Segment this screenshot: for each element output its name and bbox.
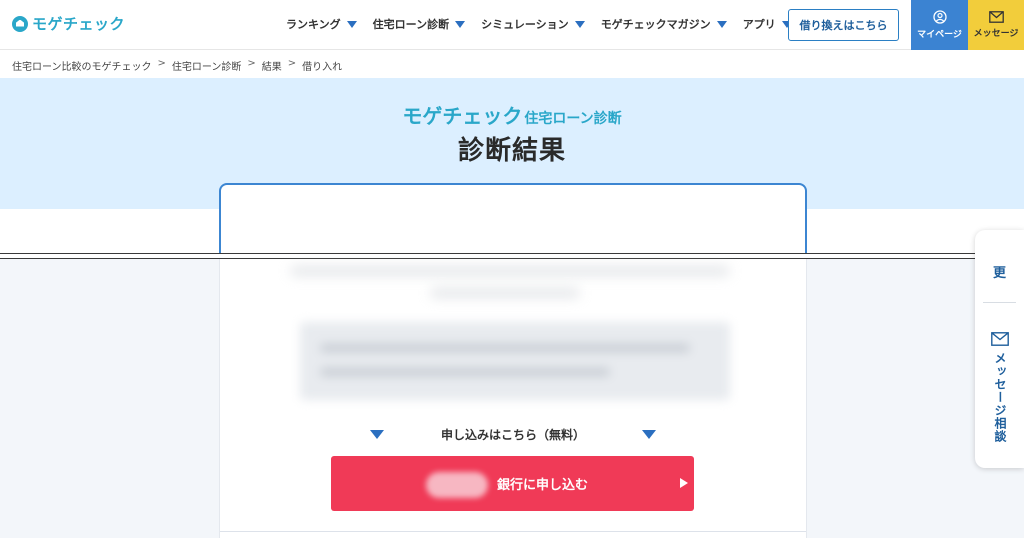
mypage-label: マイページ xyxy=(917,30,962,40)
card-divider xyxy=(220,531,806,532)
breadcrumb-item[interactable]: 住宅ローン診断 xyxy=(172,58,242,73)
blurred-text xyxy=(430,288,580,298)
apply-heading: 申し込みはこちら（無料） xyxy=(370,425,656,443)
message-consult-link[interactable]: メッセージ相談 xyxy=(991,352,1009,443)
logo-text: モゲチェック xyxy=(32,15,126,33)
caret-down-icon xyxy=(346,20,357,28)
chevron-right-icon: > xyxy=(287,58,297,69)
nav-item-ranking[interactable]: ランキング xyxy=(286,16,357,32)
result-card-top xyxy=(219,183,807,253)
side-panel-divider xyxy=(983,302,1016,303)
play-arrow-icon xyxy=(680,478,688,488)
hero-brand-name: モゲチェック xyxy=(402,104,523,128)
home-icon xyxy=(12,15,28,32)
side-panel-top-label[interactable]: 更 xyxy=(975,262,1024,281)
chevron-right-icon: > xyxy=(247,58,256,69)
breadcrumb-item[interactable]: 結果 xyxy=(262,58,282,73)
triangle-down-icon xyxy=(641,429,656,439)
breadcrumb-item-current: 借り入れ xyxy=(302,62,343,73)
caret-down-icon xyxy=(574,20,585,28)
nav-item-label: モゲチェックマガジン xyxy=(600,18,711,31)
nav-item-label: 住宅ローン診断 xyxy=(372,18,450,31)
nav-item-label: ランキング xyxy=(286,18,341,31)
nav-item-label: アプリ xyxy=(742,18,776,31)
apply-heading-text: 申し込みはこちら（無料） xyxy=(440,427,585,442)
blurred-info-box xyxy=(300,322,730,400)
caret-down-icon xyxy=(716,20,727,28)
nav-item-app[interactable]: アプリ xyxy=(743,16,792,32)
apply-bank-label: 銀行に申し込む xyxy=(496,478,588,493)
nav-item-loan-diagnosis[interactable]: 住宅ローン診断 xyxy=(372,16,466,32)
blurred-text xyxy=(290,266,730,276)
mail-icon xyxy=(988,11,1004,23)
floating-side-panel: 更 メッセージ相談 xyxy=(975,230,1024,468)
hero-subtitle: 住宅ローン診断 xyxy=(524,111,622,127)
breadcrumb-item[interactable]: 住宅ローン比較のモゲチェック xyxy=(12,58,152,73)
breadcrumb: 住宅ローン比較のモゲチェック > 住宅ローン診断 > 結果 > 借り入れ xyxy=(12,58,342,73)
message-button[interactable]: メッセージ xyxy=(968,0,1024,50)
triangle-down-icon xyxy=(370,429,384,439)
hero-brand: モゲチェック 住宅ローン診断 xyxy=(0,100,1024,129)
apply-bank-button[interactable]: 銀行に申し込む xyxy=(331,456,694,511)
site-logo[interactable]: モゲチェック xyxy=(12,13,125,34)
mail-icon[interactable] xyxy=(991,332,1009,346)
main-nav: ランキング 住宅ローン診断 シミュレーション モゲチェックマガジン アプリ xyxy=(286,16,792,32)
page-title: 診断結果 xyxy=(457,136,566,166)
blurred-bank-name xyxy=(426,472,488,498)
user-icon xyxy=(932,10,947,24)
nav-item-simulation[interactable]: シミュレーション xyxy=(481,16,585,32)
message-label: メッセージ xyxy=(973,29,1019,39)
site-header: モゲチェック ランキング 住宅ローン診断 シミュレーション モゲチェックマガジン… xyxy=(0,0,1024,50)
refinance-button[interactable]: 借り換えはこちら xyxy=(788,9,899,41)
chevron-right-icon: > xyxy=(157,58,166,69)
nav-item-label: シミュレーション xyxy=(481,18,569,31)
caret-down-icon xyxy=(455,20,466,28)
mypage-button[interactable]: マイページ xyxy=(911,0,968,50)
nav-item-magazine[interactable]: モゲチェックマガジン xyxy=(601,16,727,32)
